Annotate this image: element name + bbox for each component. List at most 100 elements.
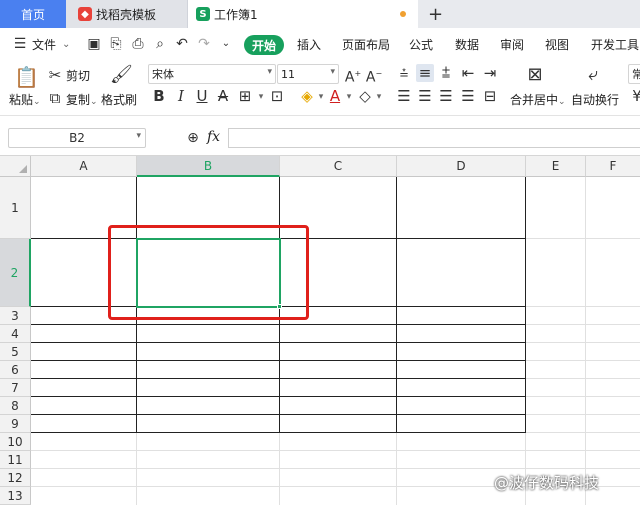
name-box-chevron-icon: ▾ [136,131,141,141]
gridline [585,177,586,505]
menu-file-label: 文件 [32,37,57,52]
merge-center-button[interactable]: 合并居中⌄ [510,91,566,108]
column-header-e[interactable]: E [526,156,586,177]
menu-formula[interactable]: 公式 [409,28,433,60]
table-border [31,414,526,415]
menu-developer[interactable]: 开发工具 [591,28,639,60]
row-header-13[interactable]: 13 [0,487,31,505]
row-header-7[interactable]: 7 [0,379,31,397]
name-box[interactable]: B2 ▾ [8,128,146,148]
row-header-8-label: 8 [11,398,19,413]
number-format-select[interactable]: 常 [628,64,640,84]
wrap-text-label: 自动换行 [571,93,620,107]
fx-button[interactable]: fx [207,129,220,145]
select-all-corner[interactable] [0,156,31,177]
row-header-2-label: 2 [10,265,19,280]
spreadsheet-grid[interactable]: A B C D E F 1 2 3 4 5 6 7 8 9 10 11 12 1… [0,156,640,505]
merge-chevron-icon: ⌄ [558,97,566,107]
table-border [31,432,526,433]
menu-page-layout[interactable]: 页面布局 [342,28,390,60]
column-header-c[interactable]: C [280,156,397,177]
print-preview-icon[interactable]: ⌕ [152,36,168,52]
indent-increase-icon[interactable]: ⇥ [481,64,499,82]
paste-button[interactable]: 粘贴⌄ [9,91,41,108]
save-icon[interactable]: ▣ [86,36,102,52]
increase-font-icon[interactable]: A+ [344,65,362,87]
cut-button[interactable]: 剪切 [66,67,90,84]
clear-chevron-icon[interactable]: ▾ [370,88,388,106]
currency-icon[interactable]: ¥ [628,87,640,105]
gridline [526,342,640,343]
menu-start[interactable]: 开始 [244,35,284,55]
menu-insert[interactable]: 插入 [297,28,321,60]
row-header-4[interactable]: 4 [0,325,31,343]
export-pdf-icon[interactable]: ⎘ [108,36,124,52]
cell-style-icon[interactable]: ⊡ [268,87,286,105]
bold-icon[interactable]: B [150,87,168,105]
underline-icon[interactable]: U [193,87,211,105]
column-header-f[interactable]: F [586,156,640,177]
italic-icon[interactable]: I [172,87,190,105]
row-header-8[interactable]: 8 [0,397,31,415]
menu-developer-label: 开发工具 [591,37,640,52]
gridline [526,414,640,415]
row-header-2[interactable]: 2 [0,239,31,307]
zoom-lookup-icon[interactable]: ⊕ [184,129,202,147]
align-bottom-icon[interactable]: ⩲ [437,64,455,82]
cut-label: 剪切 [66,69,91,83]
tab-home[interactable]: 首页 [0,0,66,28]
menu-view[interactable]: 视图 [545,28,569,60]
format-painter-icon: 🖌 [110,64,133,85]
column-header-d[interactable]: D [397,156,526,177]
menu-data[interactable]: 数据 [455,28,479,60]
quick-access-more-icon[interactable]: ⌄ [218,36,234,52]
justify-icon[interactable]: ☰ [459,87,477,105]
hamburger-icon[interactable]: ☰ [12,36,28,52]
row-header-12[interactable]: 12 [0,469,31,487]
align-center-icon[interactable]: ☰ [416,87,434,105]
strikethrough-icon[interactable]: A [214,87,232,105]
wrap-text-button[interactable]: 自动换行 [571,91,619,108]
row-header-9[interactable]: 9 [0,415,31,433]
tab-template[interactable]: ◆ 找稻壳模板 [66,0,188,28]
menu-review[interactable]: 审阅 [500,28,524,60]
align-top-icon[interactable]: ⩮ [395,64,413,82]
watermark: @波仔数码科技 [494,474,600,492]
align-left-icon[interactable]: ☰ [395,87,413,105]
row-header-10[interactable]: 10 [0,433,31,451]
align-middle-icon[interactable]: ≡ [416,64,434,82]
row-header-6[interactable]: 6 [0,361,31,379]
undo-icon[interactable]: ↶ [174,36,190,52]
new-tab-button[interactable]: + [428,0,444,28]
row-header-11[interactable]: 11 [0,451,31,469]
menu-file[interactable]: 文件 ⌄ [32,28,70,60]
table-border [31,342,526,343]
new-tab-label: + [428,3,444,25]
row-header-5[interactable]: 5 [0,343,31,361]
redo-icon[interactable]: ↷ [196,36,212,52]
column-header-a[interactable]: A [31,156,137,177]
copy-button[interactable]: 复制⌄ [66,91,98,108]
font-name-select[interactable]: 宋体 ▾ [148,64,276,84]
font-size-select[interactable]: 11 ▾ [277,64,339,84]
indent-decrease-icon[interactable]: ⇤ [459,64,477,82]
format-painter-button[interactable]: 格式刷 [101,91,137,108]
column-header-b-label: B [203,158,213,173]
print-icon[interactable]: ⎙ [130,36,146,52]
paste-icon[interactable]: 📋 [14,66,39,88]
distributed-icon[interactable]: ⊟ [481,87,499,105]
row-header-10-label: 10 [7,434,23,449]
row-header-9-label: 9 [11,416,19,431]
formula-input[interactable] [228,128,640,148]
column-header-b[interactable]: B [137,156,280,177]
gridline [526,324,640,325]
tab-workbook[interactable]: S 工作簿1 [188,0,418,28]
row-header-4-label: 4 [11,326,19,341]
decrease-font-icon[interactable]: A− [365,65,383,87]
row-header-3[interactable]: 3 [0,307,31,325]
copy-label: 复制 [66,93,91,107]
column-header-c-label: C [333,159,343,173]
menu-start-label: 开始 [251,38,276,53]
row-header-1[interactable]: 1 [0,177,31,239]
align-right-icon[interactable]: ☰ [437,87,455,105]
